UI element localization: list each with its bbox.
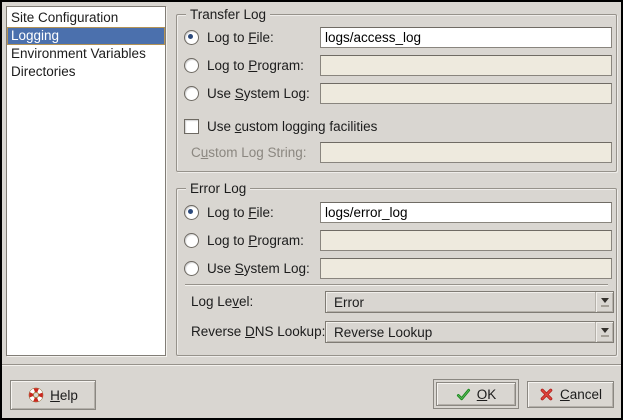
error-log-to-file-row: Log to File:	[184, 202, 274, 223]
error-log-to-program-radio[interactable]	[184, 233, 199, 248]
error-use-system-log-row: Use System Log:	[184, 258, 310, 279]
transfer-log-frame: Transfer Log Log to File: Log to Program…	[176, 14, 617, 172]
transfer-use-system-log-label: Use System Log:	[207, 86, 310, 101]
error-log-to-file-input[interactable]	[320, 202, 612, 223]
action-area-separator	[2, 364, 621, 365]
help-button-label: Help	[50, 388, 78, 403]
ok-button-label: OK	[477, 387, 497, 402]
error-use-system-log-label: Use System Log:	[207, 261, 310, 276]
transfer-use-system-log-input	[320, 83, 612, 104]
use-custom-facilities-label: Use custom logging facilities	[207, 119, 377, 134]
error-log-to-program-row: Log to Program:	[184, 230, 304, 251]
error-log-to-program-input	[320, 230, 612, 251]
logging-settings-window: Site Configuration Logging Environment V…	[0, 0, 623, 420]
error-frame-separator	[185, 284, 608, 285]
lifebuoy-help-icon	[28, 387, 44, 403]
error-log-frame: Error Log Log to File: Log to Program: U…	[176, 188, 617, 356]
transfer-log-to-program-input	[320, 55, 612, 76]
transfer-log-to-file-input[interactable]	[320, 27, 612, 48]
dropdown-arrow-icon	[595, 322, 613, 342]
category-list: Site Configuration Logging Environment V…	[6, 6, 166, 356]
log-level-value: Error	[326, 295, 595, 310]
custom-log-string-label: Custom Log String:	[191, 142, 307, 163]
help-button[interactable]: Help	[10, 380, 96, 410]
use-custom-facilities-checkbox[interactable]	[184, 119, 199, 134]
transfer-use-system-log-radio[interactable]	[184, 86, 199, 101]
transfer-use-system-log-row: Use System Log:	[184, 83, 310, 104]
custom-log-string-input	[320, 142, 612, 163]
dropdown-arrow-icon	[595, 292, 613, 312]
reverse-dns-label: Reverse DNS Lookup:	[191, 321, 325, 342]
check-icon	[456, 387, 471, 402]
transfer-log-to-program-row: Log to Program:	[184, 55, 304, 76]
x-icon	[539, 387, 554, 402]
transfer-log-to-program-radio[interactable]	[184, 58, 199, 73]
reverse-dns-combo[interactable]: Reverse Lookup	[325, 321, 614, 343]
error-log-to-program-label: Log to Program:	[207, 233, 304, 248]
error-use-system-log-radio[interactable]	[184, 261, 199, 276]
transfer-log-to-program-label: Log to Program:	[207, 58, 304, 73]
sidebar-item-logging[interactable]: Logging	[7, 27, 165, 45]
reverse-dns-value: Reverse Lookup	[326, 325, 595, 340]
use-custom-facilities-row: Use custom logging facilities	[184, 116, 377, 137]
sidebar-item-site-configuration[interactable]: Site Configuration	[7, 9, 165, 27]
error-use-system-log-input	[320, 258, 612, 279]
transfer-log-frame-title: Transfer Log	[186, 6, 270, 23]
cancel-button[interactable]: Cancel	[527, 381, 614, 408]
cancel-button-label: Cancel	[560, 387, 602, 402]
transfer-log-to-file-radio[interactable]	[184, 30, 199, 45]
error-log-frame-title: Error Log	[186, 180, 250, 197]
log-level-label: Log Level:	[191, 291, 253, 312]
sidebar-item-directories[interactable]: Directories	[7, 63, 165, 81]
transfer-log-to-file-row: Log to File:	[184, 27, 274, 48]
error-log-to-file-label: Log to File:	[207, 205, 274, 220]
log-level-combo[interactable]: Error	[325, 291, 614, 313]
error-log-to-file-radio[interactable]	[184, 205, 199, 220]
ok-button-default-ring: OK	[433, 379, 519, 409]
sidebar-item-environment-variables[interactable]: Environment Variables	[7, 45, 165, 63]
transfer-log-to-file-label: Log to File:	[207, 30, 274, 45]
ok-button[interactable]: OK	[436, 382, 516, 406]
